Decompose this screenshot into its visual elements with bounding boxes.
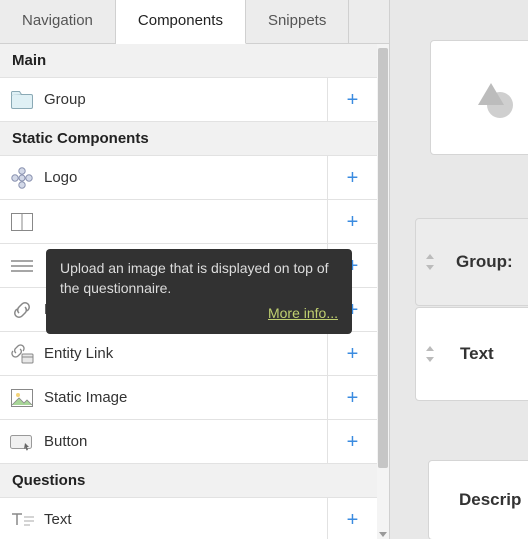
item-entity-link[interactable]: Entity Link + <box>0 332 377 376</box>
item-button[interactable]: Button + <box>0 420 377 464</box>
canvas[interactable]: Group: Text Descrip <box>390 0 528 539</box>
columns-icon <box>0 213 44 231</box>
tab-snippets[interactable]: Snippets <box>246 0 349 43</box>
components-panel: Navigation Components Snippets Main Grou… <box>0 0 390 539</box>
item-label: Entity Link <box>44 345 327 362</box>
arrow-down-icon <box>426 357 434 362</box>
text-icon <box>0 511 44 529</box>
item-static-image[interactable]: Static Image + <box>0 376 377 420</box>
flower-icon <box>0 167 44 189</box>
item-logo[interactable]: Logo + <box>0 156 377 200</box>
plus-icon: + <box>347 388 359 408</box>
drag-handle[interactable] <box>426 346 434 362</box>
scrollbar-thumb[interactable] <box>378 48 388 468</box>
canvas-description-block[interactable]: Descrip <box>428 460 528 539</box>
placeholder-shape-icon <box>472 75 518 121</box>
canvas-text-block[interactable]: Text <box>415 307 528 401</box>
item-group[interactable]: Group + <box>0 78 377 122</box>
canvas-text-label: Text <box>460 344 494 364</box>
button-icon <box>0 433 44 451</box>
section-questions: Questions <box>0 464 377 498</box>
add-button[interactable]: + <box>327 420 377 463</box>
section-main: Main <box>0 44 377 78</box>
item-label: Group <box>44 91 327 108</box>
add-button[interactable]: + <box>327 78 377 121</box>
canvas-description-label: Descrip <box>459 490 521 510</box>
arrow-up-icon <box>426 254 434 259</box>
canvas-group-label: Group: <box>456 252 513 272</box>
scrollbar-down-arrow[interactable] <box>379 532 387 537</box>
panel-tabs: Navigation Components Snippets <box>0 0 389 44</box>
canvas-group-block[interactable]: Group: <box>415 218 528 306</box>
arrow-down-icon <box>426 265 434 270</box>
entity-link-icon <box>0 343 44 365</box>
arrow-up-icon <box>426 346 434 351</box>
add-button[interactable]: + <box>327 376 377 419</box>
link-icon <box>0 299 44 321</box>
item-label: Button <box>44 433 327 450</box>
drag-handle[interactable] <box>426 254 434 270</box>
folder-icon <box>0 91 44 109</box>
plus-icon: + <box>347 432 359 452</box>
tooltip: Upload an image that is displayed on top… <box>46 249 352 334</box>
plus-icon: + <box>347 212 359 232</box>
section-static: Static Components <box>0 122 377 156</box>
tooltip-text: Upload an image that is displayed on top… <box>60 260 329 296</box>
plus-icon: + <box>347 168 359 188</box>
add-button[interactable]: + <box>327 332 377 375</box>
add-button[interactable]: + <box>327 498 377 539</box>
lines-icon <box>0 259 44 273</box>
plus-icon: + <box>347 344 359 364</box>
canvas-logo-block[interactable] <box>430 40 528 155</box>
plus-icon: + <box>347 90 359 110</box>
add-button[interactable]: + <box>327 156 377 199</box>
item-label: Static Image <box>44 389 327 406</box>
tooltip-more-link[interactable]: More info... <box>60 304 338 324</box>
image-icon <box>0 389 44 407</box>
item-columns[interactable]: + <box>0 200 377 244</box>
item-label: Logo <box>44 169 327 186</box>
item-label: Text <box>44 511 327 528</box>
scrollbar[interactable] <box>377 44 389 539</box>
tab-navigation[interactable]: Navigation <box>0 0 116 43</box>
add-button[interactable]: + <box>327 200 377 243</box>
plus-icon: + <box>347 510 359 530</box>
item-text[interactable]: Text + <box>0 498 377 539</box>
tab-components[interactable]: Components <box>116 0 246 44</box>
